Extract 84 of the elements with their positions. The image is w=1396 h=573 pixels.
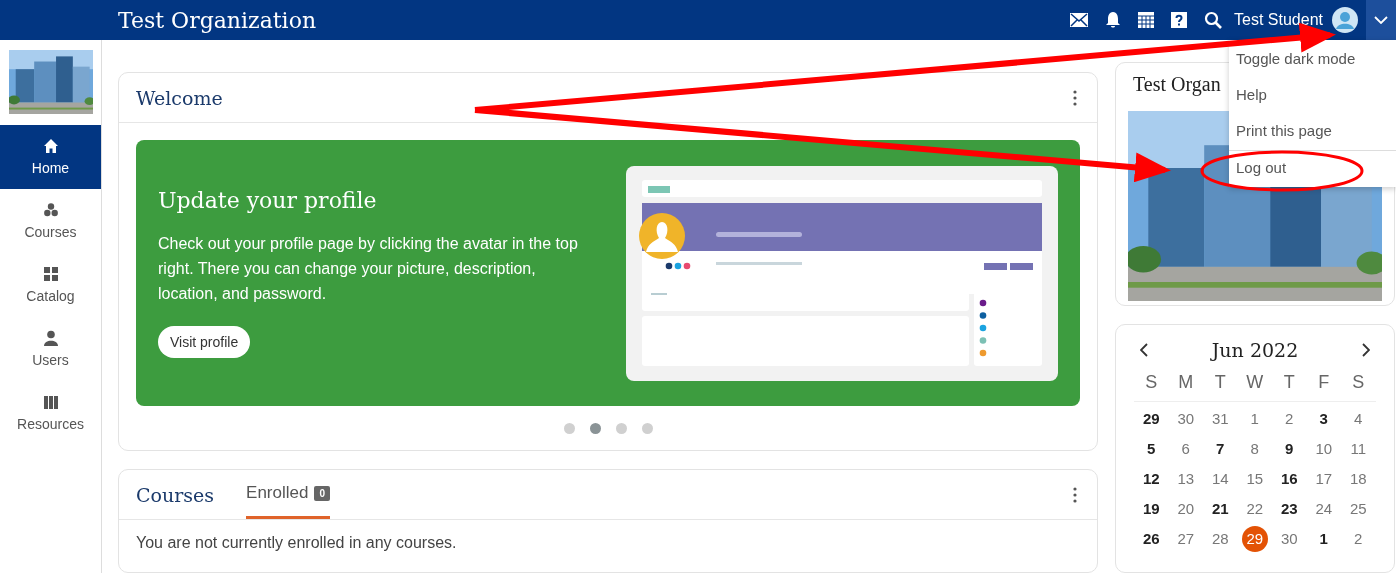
slide-dot[interactable] <box>589 422 601 434</box>
calendar-day[interactable]: 13 <box>1172 465 1199 492</box>
more-icon[interactable] <box>1073 486 1077 503</box>
organization-title: Test Organization <box>118 7 317 33</box>
weekday-label: F <box>1318 372 1330 394</box>
weekday-label: S <box>1145 372 1158 394</box>
count-badge: 0 <box>314 485 330 501</box>
calendar-day[interactable]: 11 <box>1345 435 1372 462</box>
calendar-day[interactable]: 4 <box>1345 405 1372 432</box>
user-icon <box>42 330 59 346</box>
chevron-left-icon[interactable] <box>1140 342 1148 357</box>
calendar-day[interactable]: 24 <box>1310 495 1337 522</box>
calendar-day[interactable]: 29 <box>1241 525 1268 552</box>
weekday-label: T <box>1283 372 1295 394</box>
home-icon <box>42 138 59 154</box>
card-title: Courses <box>136 483 215 506</box>
calendar-day[interactable]: 9 <box>1276 435 1303 462</box>
calendar-day[interactable]: 23 <box>1276 495 1303 522</box>
menu-item[interactable]: Log out <box>1229 150 1396 187</box>
menu-item[interactable]: Print this page <box>1229 114 1396 150</box>
calendar-day[interactable]: 28 <box>1207 525 1234 552</box>
user-name[interactable]: Test Student <box>1234 11 1323 29</box>
calendar-day[interactable]: 12 <box>1138 465 1165 492</box>
slide-title: Update your profile <box>158 188 377 213</box>
sidebar-item[interactable]: Home <box>0 125 101 189</box>
calendar-day[interactable]: 6 <box>1172 435 1199 462</box>
chevron-right-icon[interactable] <box>1362 342 1370 357</box>
visit-profile-button[interactable]: Visit profile <box>158 326 251 358</box>
books-icon <box>42 394 59 410</box>
slide-text: Check out your profile page by clicking the avatar in the top right. There you can change your picture, description, location, and password. <box>158 234 578 304</box>
sidebar-item[interactable]: Resources <box>0 381 101 445</box>
card-title: Welcome <box>136 86 223 109</box>
calendar-day[interactable]: 2 <box>1345 525 1372 552</box>
slide-dot[interactable] <box>563 422 575 434</box>
help-icon[interactable] <box>1171 12 1188 28</box>
weekday-label: W <box>1246 372 1264 394</box>
empty-message: You are not currently enrolled in any courses. <box>136 534 458 552</box>
calendar-day[interactable]: 27 <box>1172 525 1199 552</box>
calendar-day[interactable]: 7 <box>1207 435 1234 462</box>
calendar-day[interactable]: 10 <box>1310 435 1337 462</box>
search-icon[interactable] <box>1204 11 1223 29</box>
bell-icon[interactable] <box>1105 11 1122 29</box>
calendar-day[interactable]: 15 <box>1241 465 1268 492</box>
more-icon[interactable] <box>1073 89 1077 106</box>
enrolled-tab[interactable]: Enrolled 0 <box>246 470 330 519</box>
calendar-day[interactable]: 30 <box>1276 525 1303 552</box>
calendar-day[interactable]: 3 <box>1310 405 1337 432</box>
grid-icon <box>42 266 59 282</box>
avatar-icon[interactable] <box>1332 7 1358 33</box>
calendar-icon[interactable] <box>1138 12 1155 28</box>
sidebar-item[interactable]: Users <box>0 317 101 381</box>
caret-icon <box>1374 16 1388 24</box>
calendar-day[interactable]: 25 <box>1345 495 1372 522</box>
menu-item[interactable]: Toggle dark mode <box>1229 42 1396 78</box>
calendar-day[interactable]: 29 <box>1138 405 1165 432</box>
calendar-day[interactable]: 5 <box>1138 435 1165 462</box>
slide-dot[interactable] <box>615 422 627 434</box>
calendar-day[interactable]: 30 <box>1172 405 1199 432</box>
calendar-day[interactable]: 19 <box>1138 495 1165 522</box>
calendar-day[interactable]: 31 <box>1207 405 1234 432</box>
calendar-day[interactable]: 20 <box>1172 495 1199 522</box>
sidebar-item[interactable]: Courses <box>0 189 101 253</box>
calendar-day[interactable]: 16 <box>1276 465 1303 492</box>
weekday-label: M <box>1178 372 1194 394</box>
cubes-icon <box>42 202 59 218</box>
mail-icon[interactable] <box>1070 13 1089 27</box>
calendar-day[interactable]: 17 <box>1310 465 1337 492</box>
calendar-month: Jun 2022 <box>1211 338 1299 361</box>
menu-item[interactable]: Help <box>1229 78 1396 114</box>
weekday-label: T <box>1214 372 1226 394</box>
calendar-day[interactable]: 1 <box>1241 405 1268 432</box>
slide-dot[interactable] <box>641 422 653 434</box>
calendar-day[interactable]: 22 <box>1241 495 1268 522</box>
calendar-day[interactable]: 26 <box>1138 525 1165 552</box>
calendar-day[interactable]: 8 <box>1241 435 1268 462</box>
card-title: Test Organ <box>1133 73 1221 96</box>
calendar-day[interactable]: 18 <box>1345 465 1372 492</box>
calendar-day[interactable]: 2 <box>1276 405 1303 432</box>
calendar-day[interactable]: 21 <box>1207 495 1234 522</box>
calendar-day[interactable]: 1 <box>1310 525 1337 552</box>
weekday-label: S <box>1352 372 1365 394</box>
sidebar-item[interactable]: Catalog <box>0 253 101 317</box>
calendar-day[interactable]: 14 <box>1207 465 1234 492</box>
user-menu-toggle[interactable] <box>1366 0 1396 40</box>
